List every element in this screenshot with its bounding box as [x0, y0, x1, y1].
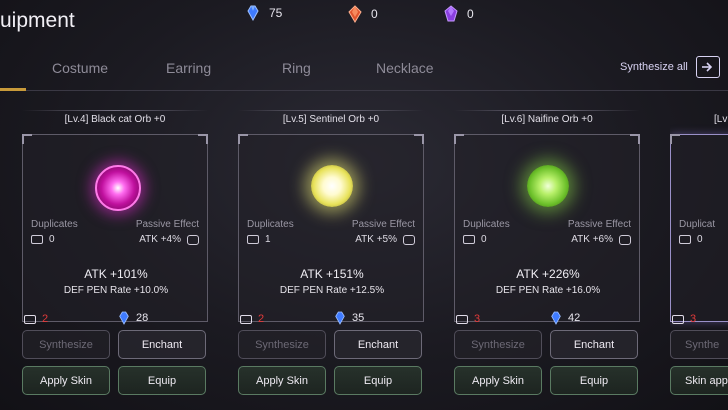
apply-skin-button[interactable]: Skin app	[670, 366, 728, 395]
tab-ring[interactable]: Ring	[282, 60, 311, 76]
currency-purple-gem: 0	[444, 5, 474, 23]
currency-blue-crystal: 75	[246, 5, 282, 21]
duplicates-label: Duplicat	[679, 219, 716, 230]
chest-icon	[672, 314, 684, 324]
owned-count: 3	[672, 313, 696, 325]
passive-effect-label: Passive Effect	[351, 219, 415, 230]
synthesize-all-button[interactable]: Synthesize all	[620, 56, 720, 78]
top-bar: uipment 75 0 0	[0, 0, 728, 44]
card-title-line	[22, 110, 208, 111]
currency-red-gem: 0	[348, 5, 378, 23]
currency-value: 75	[269, 6, 283, 20]
stat-sub: DEF PEN Rate +10.0%	[63, 285, 169, 296]
passive-effect-value: ATK +6%	[571, 234, 631, 245]
synthesize-button[interactable]: Synthesize	[454, 330, 542, 359]
stat-main: ATK +151%	[300, 267, 364, 281]
passive-effect-value: ATK +5%	[355, 234, 415, 245]
apply-skin-button[interactable]: Apply Skin	[22, 366, 110, 395]
duplicates-value: 0	[679, 234, 703, 245]
stat-sub: DEF PEN Rate +12.5%	[279, 285, 385, 296]
owned-count: 3	[456, 313, 480, 325]
passive-effect-value: ATK +4%	[139, 234, 199, 245]
apply-skin-button[interactable]: Apply Skin	[454, 366, 542, 395]
currency-value: 0	[467, 7, 474, 21]
blue-crystal-icon	[335, 311, 345, 325]
enchant-button[interactable]: Enchant	[334, 330, 422, 359]
synthesize-button[interactable]: Synthe	[670, 330, 728, 359]
naifine-orb-icon	[527, 165, 569, 207]
red-gem-icon	[348, 5, 362, 23]
enchant-button[interactable]: Enchant	[550, 330, 638, 359]
chest-icon	[24, 314, 36, 324]
page-title: uipment	[0, 9, 75, 32]
chest-icon	[456, 314, 468, 324]
passive-skill-icon	[187, 234, 199, 245]
owned-count: 2	[24, 313, 48, 325]
card-panel[interactable]: Duplicates 0 Passive Effect ATK +6% ATK …	[454, 134, 640, 322]
blue-crystal-icon	[551, 311, 561, 325]
tab-costume[interactable]: Costume	[52, 60, 108, 76]
crystal-cost: 35	[334, 311, 364, 325]
stat-sub: DEF PEN Rate +16.0%	[495, 285, 601, 296]
equip-button[interactable]: Equip	[118, 366, 206, 395]
tab-earring[interactable]: Earring	[166, 60, 211, 76]
orb-card: [Lv.4] Black cat Orb +0 Duplicates 0 Pas…	[22, 110, 208, 410]
crystal-cost: 28	[118, 311, 148, 325]
duplicates-value: 0	[463, 234, 487, 245]
passive-effect-label: Passive Effect	[135, 219, 199, 230]
blue-crystal-icon	[247, 5, 259, 21]
passive-skill-icon	[403, 234, 415, 245]
synthesize-button[interactable]: Synthesize	[238, 330, 326, 359]
equip-button[interactable]: Equip	[550, 366, 638, 395]
duplicates-label: Duplicates	[463, 219, 510, 230]
purple-gem-icon	[444, 5, 458, 22]
orb-card-partial: [Lv Duplicat 0 3 Synthe Skin app	[670, 110, 728, 410]
category-tabs: Costume Earring Ring Necklace	[0, 52, 728, 88]
active-tab-indicator	[0, 88, 26, 91]
exit-arrow-icon	[695, 56, 720, 78]
crystal-cost: 42	[550, 311, 580, 325]
duplicates-label: Duplicates	[31, 219, 78, 230]
chest-icon	[247, 235, 259, 244]
passive-skill-icon	[619, 234, 631, 245]
chest-icon	[31, 235, 43, 244]
card-title: [Lv.5] Sentinel Orb +0	[282, 114, 380, 125]
duplicates-value: 1	[247, 234, 271, 245]
orb-card: [Lv.5] Sentinel Orb +0 Duplicates 1 Pass…	[238, 110, 424, 410]
black-cat-orb-icon	[95, 165, 141, 211]
enchant-button[interactable]: Enchant	[118, 330, 206, 359]
stat-main: ATK +101%	[84, 267, 148, 281]
orb-card: [Lv.6] Naifine Orb +0 Duplicates 0 Passi…	[454, 110, 640, 410]
synthesize-button[interactable]: Synthesize	[22, 330, 110, 359]
sentinel-orb-icon	[311, 165, 353, 207]
apply-skin-button[interactable]: Apply Skin	[238, 366, 326, 395]
currency-value: 0	[371, 7, 378, 21]
card-title: [Lv.6] Naifine Orb +0	[501, 114, 593, 125]
equip-button[interactable]: Equip	[334, 366, 422, 395]
duplicates-label: Duplicates	[247, 219, 294, 230]
card-panel[interactable]: Duplicat 0	[670, 134, 728, 322]
chest-icon	[679, 235, 691, 244]
synthesize-all-label: Synthesize all	[620, 61, 688, 73]
card-title-line	[238, 110, 424, 111]
card-panel[interactable]: Duplicates 0 Passive Effect ATK +4% ATK …	[22, 134, 208, 322]
tabs-divider	[0, 90, 728, 91]
owned-count: 2	[240, 313, 264, 325]
chest-icon	[240, 314, 252, 324]
chest-icon	[463, 235, 475, 244]
duplicates-value: 0	[31, 234, 55, 245]
stat-main: ATK +226%	[516, 267, 580, 281]
card-title-line	[454, 110, 640, 111]
passive-effect-label: Passive Effect	[567, 219, 631, 230]
blue-crystal-icon	[119, 311, 129, 325]
card-title: [Lv	[714, 114, 728, 125]
card-title: [Lv.4] Black cat Orb +0	[64, 114, 166, 125]
card-panel[interactable]: Duplicates 1 Passive Effect ATK +5% ATK …	[238, 134, 424, 322]
tab-necklace[interactable]: Necklace	[376, 60, 434, 76]
